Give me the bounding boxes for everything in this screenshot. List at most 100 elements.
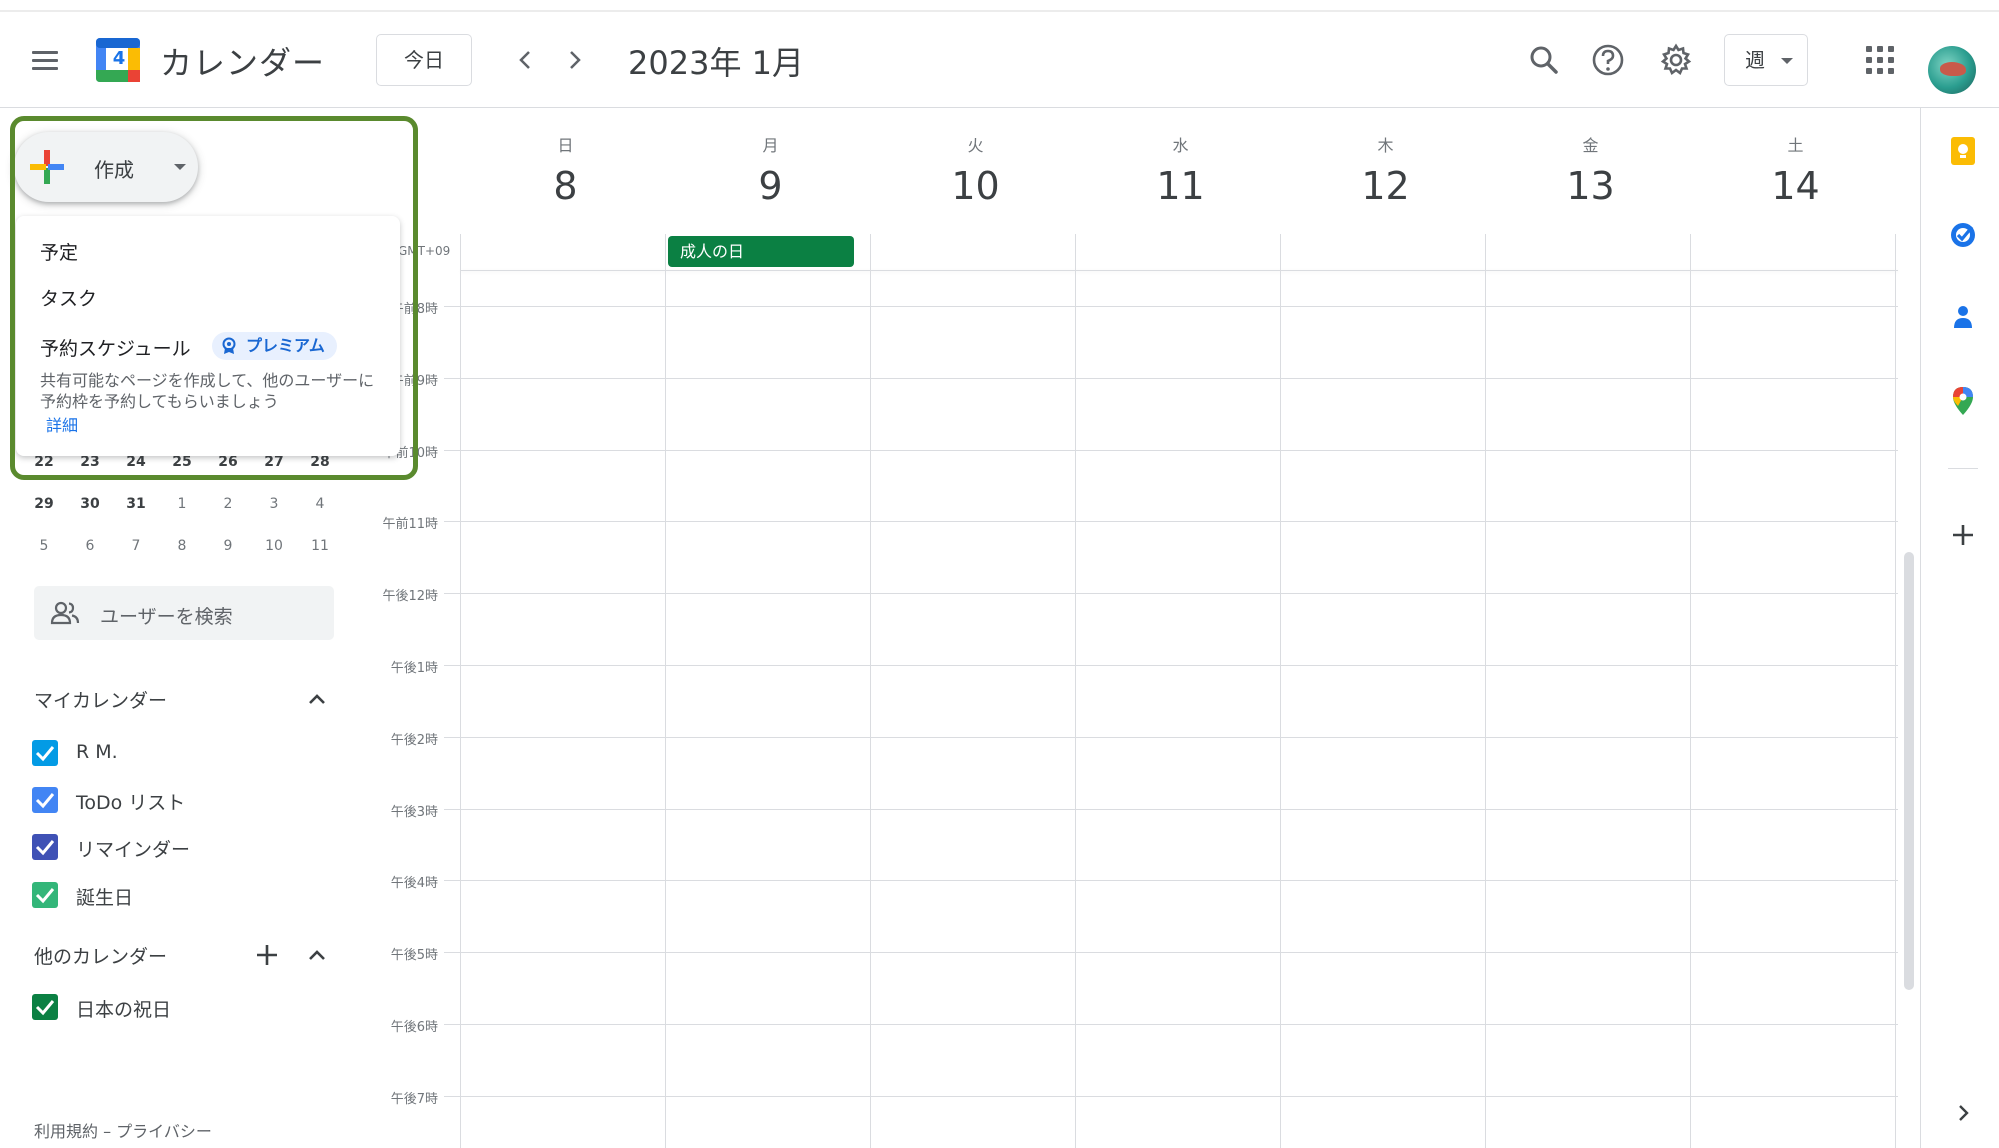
day-column-divider [1690, 234, 1691, 1148]
mini-calendar-day[interactable]: 8 [162, 538, 202, 554]
calendar-item-birthdays[interactable]: 誕生日 [32, 880, 332, 912]
day-header: 金 13 [1488, 132, 1693, 208]
menu-item-appointment-schedule[interactable]: 予約スケジュール [40, 334, 191, 361]
mini-calendar-day[interactable]: 3 [254, 496, 294, 512]
other-calendars-title[interactable]: 他のカレンダー [34, 942, 167, 969]
day-header: 水 11 [1078, 132, 1283, 208]
day-of-week-label: 火 [967, 136, 984, 155]
window-top-edge [0, 0, 1999, 12]
chevron-up-icon[interactable] [302, 940, 332, 970]
calendar-checkbox[interactable] [32, 740, 58, 766]
learn-more-link[interactable]: 詳細 [46, 412, 78, 436]
next-week-icon[interactable] [556, 42, 592, 78]
google-apps-grid-icon[interactable] [1866, 46, 1896, 76]
keep-icon[interactable] [1946, 134, 1980, 168]
tasks-icon[interactable] [1946, 218, 1980, 252]
calendar-name: ToDo リスト [76, 792, 186, 814]
calendar-item-rm[interactable]: R M. [32, 738, 332, 770]
contacts-icon[interactable] [1946, 300, 1980, 334]
mini-calendar-day[interactable]: 4 [300, 496, 340, 512]
mini-calendar-day[interactable]: 5 [24, 538, 64, 554]
menu-item-task[interactable]: タスク [40, 284, 97, 311]
mini-calendar-day[interactable]: 10 [254, 538, 294, 554]
mini-calendar-day[interactable]: 31 [116, 496, 156, 512]
colorful-plus-icon [30, 150, 64, 184]
mini-calendar-day[interactable]: 1 [162, 496, 202, 512]
create-button-label: 作成 [94, 158, 134, 182]
day-number[interactable]: 11 [1078, 164, 1283, 208]
add-addon-icon[interactable] [1946, 518, 1980, 552]
mini-calendar-day[interactable]: 7 [116, 538, 156, 554]
mini-calendar-day[interactable]: 30 [70, 496, 110, 512]
all-day-event-chip[interactable]: 成人の日 [668, 236, 854, 267]
mini-calendar-day[interactable]: 27 [254, 454, 294, 470]
calendar-checkbox[interactable] [32, 834, 58, 860]
menu-item-event[interactable]: 予定 [40, 238, 78, 265]
mini-calendar-day[interactable]: 23 [70, 454, 110, 470]
day-number[interactable]: 14 [1693, 164, 1898, 208]
appointment-description: 共有可能なページを作成して、他のユーザーに予約枠を予約してもらいましょう [40, 371, 375, 411]
add-calendar-plus-icon[interactable] [252, 940, 282, 970]
hour-gridline [444, 521, 1898, 522]
mini-calendar-day[interactable]: 22 [24, 454, 64, 470]
premium-badge: プレミアム [212, 332, 337, 360]
my-calendars-title[interactable]: マイカレンダー [34, 686, 167, 713]
day-number[interactable]: 8 [463, 164, 668, 208]
chevron-up-icon[interactable] [302, 684, 332, 714]
mini-calendar-day[interactable]: 28 [300, 454, 340, 470]
today-button[interactable]: 今日 [376, 34, 472, 86]
day-header: 火 10 [873, 132, 1078, 208]
expand-panel-icon[interactable] [1946, 1096, 1980, 1130]
main-menu-icon[interactable] [28, 46, 64, 76]
chevron-down-icon [174, 164, 186, 170]
hour-gridline [444, 450, 1898, 451]
mini-calendar-day[interactable]: 29 [24, 496, 64, 512]
hour-label: 午後7時 [390, 1092, 438, 1107]
hour-label: 午前11時 [382, 517, 438, 532]
calendar-checkbox[interactable] [32, 882, 58, 908]
hour-label: 午後3時 [390, 805, 438, 820]
day-of-week-label: 水 [1172, 136, 1189, 155]
hour-gridline [444, 1024, 1898, 1025]
create-button[interactable]: 作成 [14, 132, 198, 202]
side-panel-separator [1948, 468, 1978, 469]
hour-label: 午後4時 [390, 876, 438, 891]
calendar-item-japan-holidays[interactable]: 日本の祝日 [32, 992, 332, 1024]
day-column-divider [1895, 234, 1896, 1148]
user-avatar[interactable] [1928, 46, 1976, 94]
mini-calendar-week: 5 6 7 8 9 10 11 [24, 532, 344, 562]
day-number[interactable]: 13 [1488, 164, 1693, 208]
grid-scrollbar[interactable] [1904, 552, 1914, 990]
settings-gear-icon[interactable] [1654, 38, 1698, 82]
mini-calendar-day[interactable]: 9 [208, 538, 248, 554]
mini-calendar-day[interactable]: 11 [300, 538, 340, 554]
maps-icon[interactable] [1946, 384, 1980, 418]
calendar-checkbox[interactable] [32, 787, 58, 813]
mini-calendar-day[interactable]: 6 [70, 538, 110, 554]
calendar-item-reminders[interactable]: リマインダー [32, 832, 332, 864]
mini-calendar-day[interactable]: 25 [162, 454, 202, 470]
day-number[interactable]: 9 [668, 164, 873, 208]
search-icon[interactable] [1522, 38, 1566, 82]
hour-gridline [444, 665, 1898, 666]
mini-calendar-day[interactable]: 2 [208, 496, 248, 512]
day-number[interactable]: 10 [873, 164, 1078, 208]
hour-gridline [444, 880, 1898, 881]
day-number[interactable]: 12 [1283, 164, 1488, 208]
day-column-divider [665, 234, 666, 1148]
calendar-checkbox[interactable] [32, 994, 58, 1020]
day-column-divider [460, 234, 461, 1148]
search-users-field[interactable]: ユーザーを検索 [34, 586, 334, 640]
day-of-week-label: 木 [1377, 136, 1394, 155]
day-column-divider [870, 234, 871, 1148]
hour-gridline [444, 1096, 1898, 1097]
mini-calendar-day[interactable]: 24 [116, 454, 156, 470]
mini-calendar-day[interactable]: 26 [208, 454, 248, 470]
calendar-item-todo[interactable]: ToDo リスト [32, 785, 332, 817]
help-icon[interactable] [1586, 38, 1630, 82]
previous-week-icon[interactable] [508, 42, 544, 78]
view-mode-select[interactable]: 週 [1724, 34, 1808, 86]
terms-privacy-links[interactable]: 利用規約 – プライバシー [34, 1118, 212, 1142]
day-of-week-label: 金 [1582, 136, 1599, 155]
calendar-name: 日本の祝日 [76, 999, 172, 1021]
